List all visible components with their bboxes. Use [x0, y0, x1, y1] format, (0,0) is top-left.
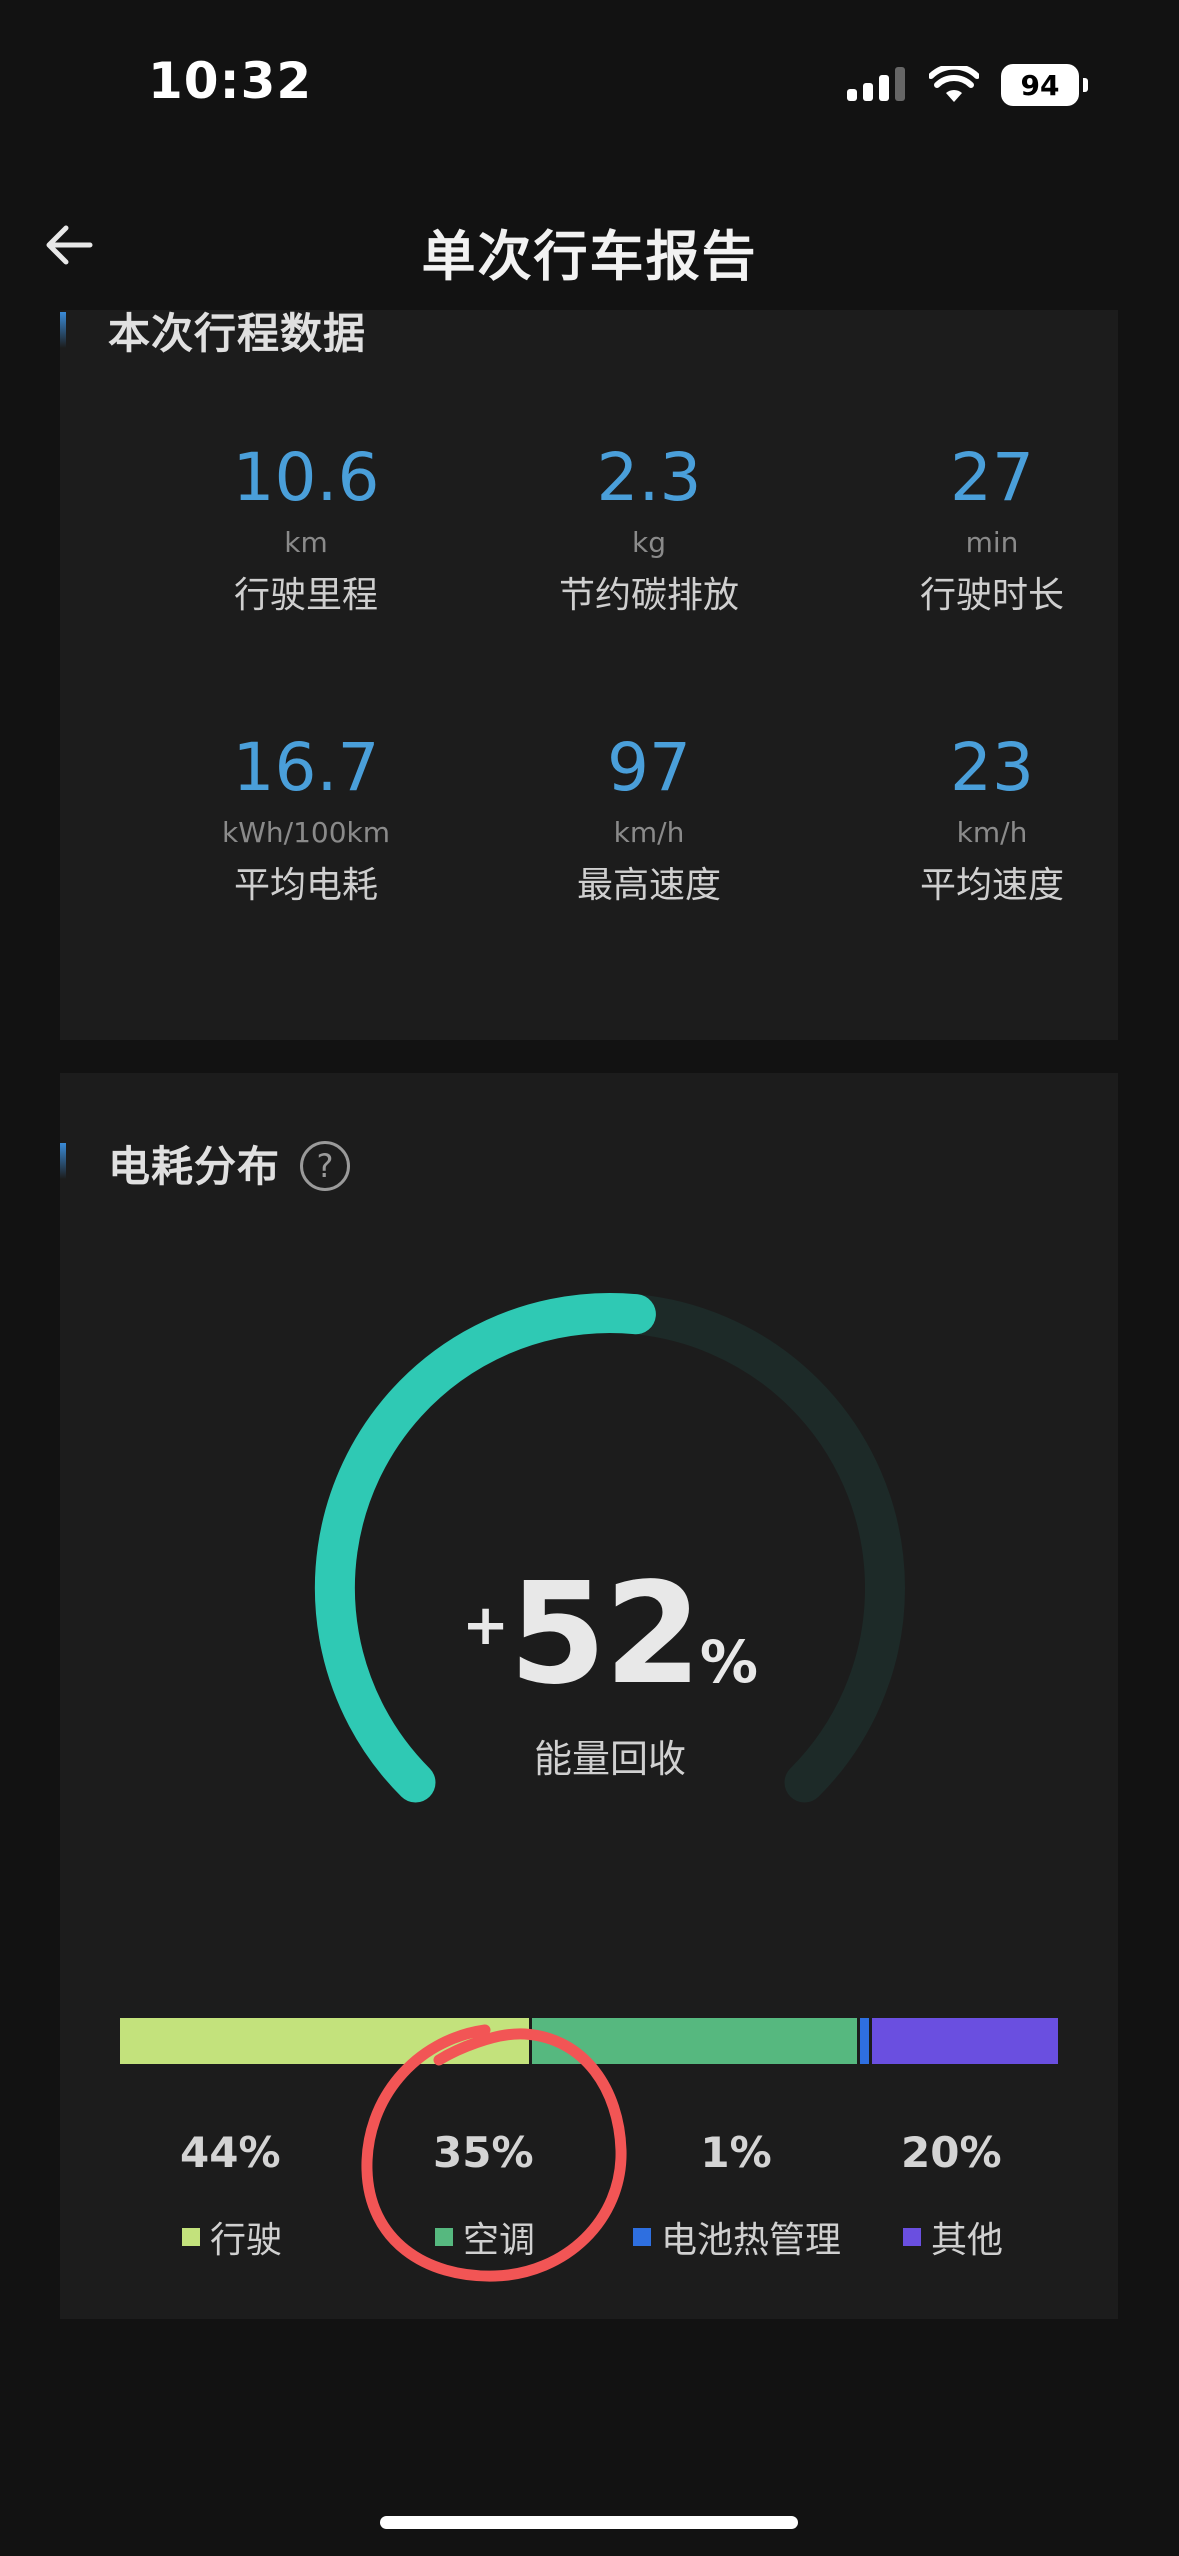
legend-label: 其他: [931, 2220, 1004, 2261]
metric-carbon-saved: 2.3 kg 节约碳排放: [479, 440, 819, 624]
metric-duration: 27 min 行驶时长: [822, 440, 1162, 624]
metric-label: 行驶里程: [233, 575, 378, 616]
trip-data-card: 本次行程数据 10.6 km 行驶里程 2.3 kg 节约碳排放 27 min …: [60, 309, 1118, 1040]
gauge-unit: %: [699, 1628, 758, 1696]
battery-indicator: 94: [1001, 64, 1088, 106]
trip-section-title: 本次行程数据: [108, 309, 367, 358]
metric-value: 10.6: [232, 439, 380, 516]
legend-ac: 空调: [435, 2211, 535, 2263]
metric-max-speed: 97 km/h 最高速度: [479, 730, 819, 914]
metric-value: 97: [607, 729, 691, 806]
gauge-value: +52%: [285, 1553, 935, 1716]
legend-label: 电池热管理: [661, 2220, 842, 2261]
cellular-signal-icon: [847, 67, 905, 101]
gauge-label: 能量回收: [533, 1737, 686, 1781]
metric-unit: km/h: [956, 816, 1028, 849]
distribution-segment-4: [869, 2018, 1058, 2064]
legend-label: 行驶: [210, 2220, 283, 2261]
distribution-segment-3: [856, 2018, 870, 2064]
metric-label: 平均电耗: [233, 865, 378, 906]
status-bar: 10:32 94: [0, 0, 1179, 160]
energy-recovery-gauge: +52% 能量回收: [285, 1263, 935, 1883]
gauge-sign: +: [462, 1593, 509, 1658]
legend-swatch: [435, 2228, 453, 2246]
metric-unit: min: [965, 526, 1019, 559]
metric-label: 节约碳排放: [558, 575, 739, 616]
energy-section-title: 电耗分布: [108, 1142, 281, 1191]
legend-swatch: [903, 2228, 921, 2246]
legend-driving: 行驶: [182, 2211, 282, 2263]
metric-distance: 10.6 km 行驶里程: [136, 440, 476, 624]
energy-distribution-card: 电耗分布 ? +52% 能量回收 44% 35% 1% 20% 行驶 空调 电池…: [60, 1073, 1118, 2319]
page-title: 单次行车报告: [421, 225, 758, 288]
distribution-segment-2: [528, 2018, 857, 2064]
metric-value: 27: [950, 439, 1034, 516]
metric-avg-speed: 23 km/h 平均速度: [822, 730, 1162, 914]
nav-bar: 单次行车报告: [0, 190, 1179, 300]
metric-label: 行驶时长: [919, 575, 1064, 616]
wifi-icon: [929, 66, 979, 102]
legend-swatch: [182, 2228, 200, 2246]
distribution-percents: 44% 35% 1% 20%: [60, 2128, 1118, 2188]
legend-battery-thermal: 电池热管理: [633, 2211, 841, 2263]
distribution-segment-1: [120, 2018, 529, 2064]
percent-driving: 44%: [180, 2128, 281, 2177]
percent-ac: 35%: [433, 2128, 534, 2177]
status-time: 10:32: [148, 52, 313, 110]
section-accent: [60, 1143, 66, 1179]
legend-other: 其他: [903, 2211, 1003, 2263]
metric-unit: kWh/100km: [221, 816, 390, 849]
legend-swatch: [633, 2228, 651, 2246]
metric-unit: km: [284, 526, 328, 559]
gauge-center: +52% 能量回收: [285, 1553, 935, 1783]
gauge-number: 52: [508, 1553, 702, 1716]
metric-value: 23: [950, 729, 1034, 806]
legend-label: 空调: [463, 2220, 536, 2261]
section-accent: [60, 312, 66, 348]
status-icons: 94: [847, 62, 1088, 108]
distribution-bar: [120, 2018, 1058, 2064]
metric-label: 最高速度: [576, 865, 721, 906]
percent-other: 20%: [901, 2128, 1002, 2177]
metric-avg-consumption: 16.7 kWh/100km 平均电耗: [136, 730, 476, 914]
metric-value: 16.7: [232, 729, 380, 806]
percent-battery-thermal: 1%: [700, 2128, 772, 2177]
home-indicator: [380, 2516, 798, 2529]
metric-value: 2.3: [596, 439, 702, 516]
metric-label: 平均速度: [919, 865, 1064, 906]
help-icon[interactable]: ?: [300, 1141, 350, 1191]
metric-unit: kg: [632, 526, 666, 559]
metric-unit: km/h: [613, 816, 685, 849]
